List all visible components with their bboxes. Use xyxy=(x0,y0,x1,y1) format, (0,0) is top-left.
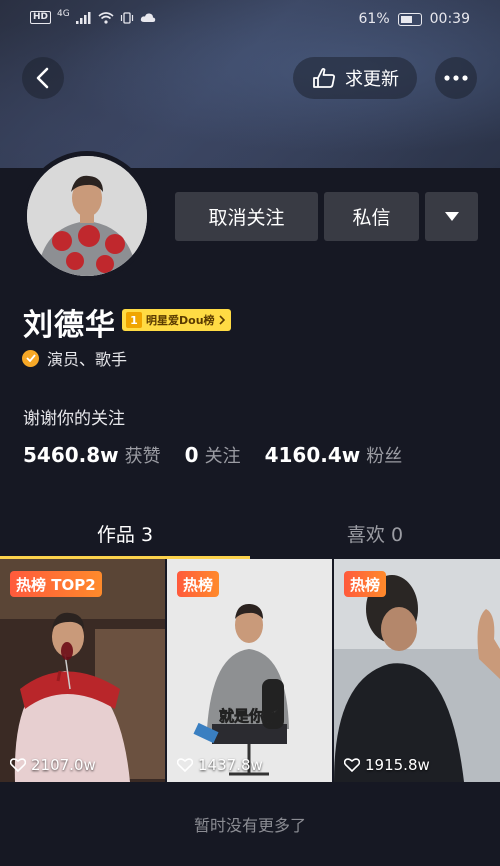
video-likes: 1915.8w xyxy=(344,756,430,774)
following-label: 关注 xyxy=(204,446,241,467)
video-grid: 热榜 TOP2 2107.0w 就是你了 热榜 1437.8w 热榜 1915.… xyxy=(0,559,500,782)
hd-indicator: HD xyxy=(30,11,52,24)
profile-name: 刘德华 xyxy=(23,308,116,343)
video-likes-count: 1915.8w xyxy=(365,756,430,774)
heart-icon xyxy=(10,758,26,772)
cloud-icon xyxy=(140,12,155,22)
chevron-left-icon xyxy=(36,67,49,89)
avatar-photo xyxy=(27,156,147,276)
following-count[interactable]: 0 xyxy=(185,443,199,467)
profile-stats: 5460.8w 获赞 0 关注 4160.4w 粉丝 xyxy=(23,442,426,468)
avatar[interactable] xyxy=(22,151,152,281)
content-tabs: 作品 3 喜欢 0 xyxy=(0,511,500,559)
verification: 演员、歌手 xyxy=(22,346,127,370)
likes-count[interactable]: 5460.8w xyxy=(23,443,119,467)
likes-label: 获赞 xyxy=(124,446,161,467)
unfollow-button[interactable]: 取消关注 xyxy=(175,192,318,241)
battery-percent: 61% xyxy=(358,11,390,27)
verified-icon xyxy=(22,349,39,367)
verification-text: 演员、歌手 xyxy=(47,350,128,369)
dropdown-button[interactable] xyxy=(425,192,478,241)
bio: 谢谢你的关注 xyxy=(23,409,125,429)
back-button[interactable] xyxy=(22,57,64,99)
hot-badge: 热榜 xyxy=(177,571,220,597)
network-indicator: 4G xyxy=(57,8,70,19)
heart-icon xyxy=(177,758,193,772)
tab-likes[interactable]: 喜欢 0 xyxy=(250,511,500,556)
video-likes: 2107.0w xyxy=(10,756,96,774)
tab-works[interactable]: 作品 3 xyxy=(0,511,250,556)
wifi-icon xyxy=(98,11,114,24)
battery-icon xyxy=(397,12,422,26)
no-more-content: 暂时没有更多了 xyxy=(193,816,306,835)
clock: 00:39 xyxy=(429,11,470,27)
video-likes: 1437.8w xyxy=(177,756,263,774)
triangle-down-icon xyxy=(444,212,459,221)
status-bar: HD 4G 61% 00:39 xyxy=(0,0,500,40)
rank-badge[interactable]: 1 明星爱Dou榜 xyxy=(122,309,231,331)
video-likes-count: 2107.0w xyxy=(31,756,96,774)
hot-badge: 热榜 xyxy=(344,571,387,597)
video-tile[interactable]: 就是你了 热榜 1437.8w xyxy=(167,559,332,782)
vibrate-icon xyxy=(120,11,133,24)
more-button[interactable] xyxy=(435,57,477,99)
video-caption: 就是你了 xyxy=(219,707,279,725)
video-tile[interactable]: 热榜 1915.8w xyxy=(334,559,500,782)
video-likes-count: 1437.8w xyxy=(198,756,263,774)
pointing-hand-icon xyxy=(313,67,335,88)
message-button[interactable]: 私信 xyxy=(324,192,419,241)
video-tile[interactable]: 热榜 TOP2 2107.0w xyxy=(0,559,165,782)
chevron-right-icon xyxy=(218,315,225,325)
heart-icon xyxy=(344,758,360,772)
rank-badge-number: 1 xyxy=(126,312,142,328)
followers-label: 粉丝 xyxy=(366,446,403,467)
request-update-button[interactable]: 求更新 xyxy=(293,57,417,99)
ellipsis-icon xyxy=(444,75,468,81)
followers-count[interactable]: 4160.4w xyxy=(265,443,361,467)
hot-badge: 热榜 TOP2 xyxy=(10,571,102,597)
signal-icon xyxy=(75,11,91,24)
rank-badge-label: 明星爱Dou榜 xyxy=(146,314,215,327)
request-update-label: 求更新 xyxy=(345,69,399,90)
